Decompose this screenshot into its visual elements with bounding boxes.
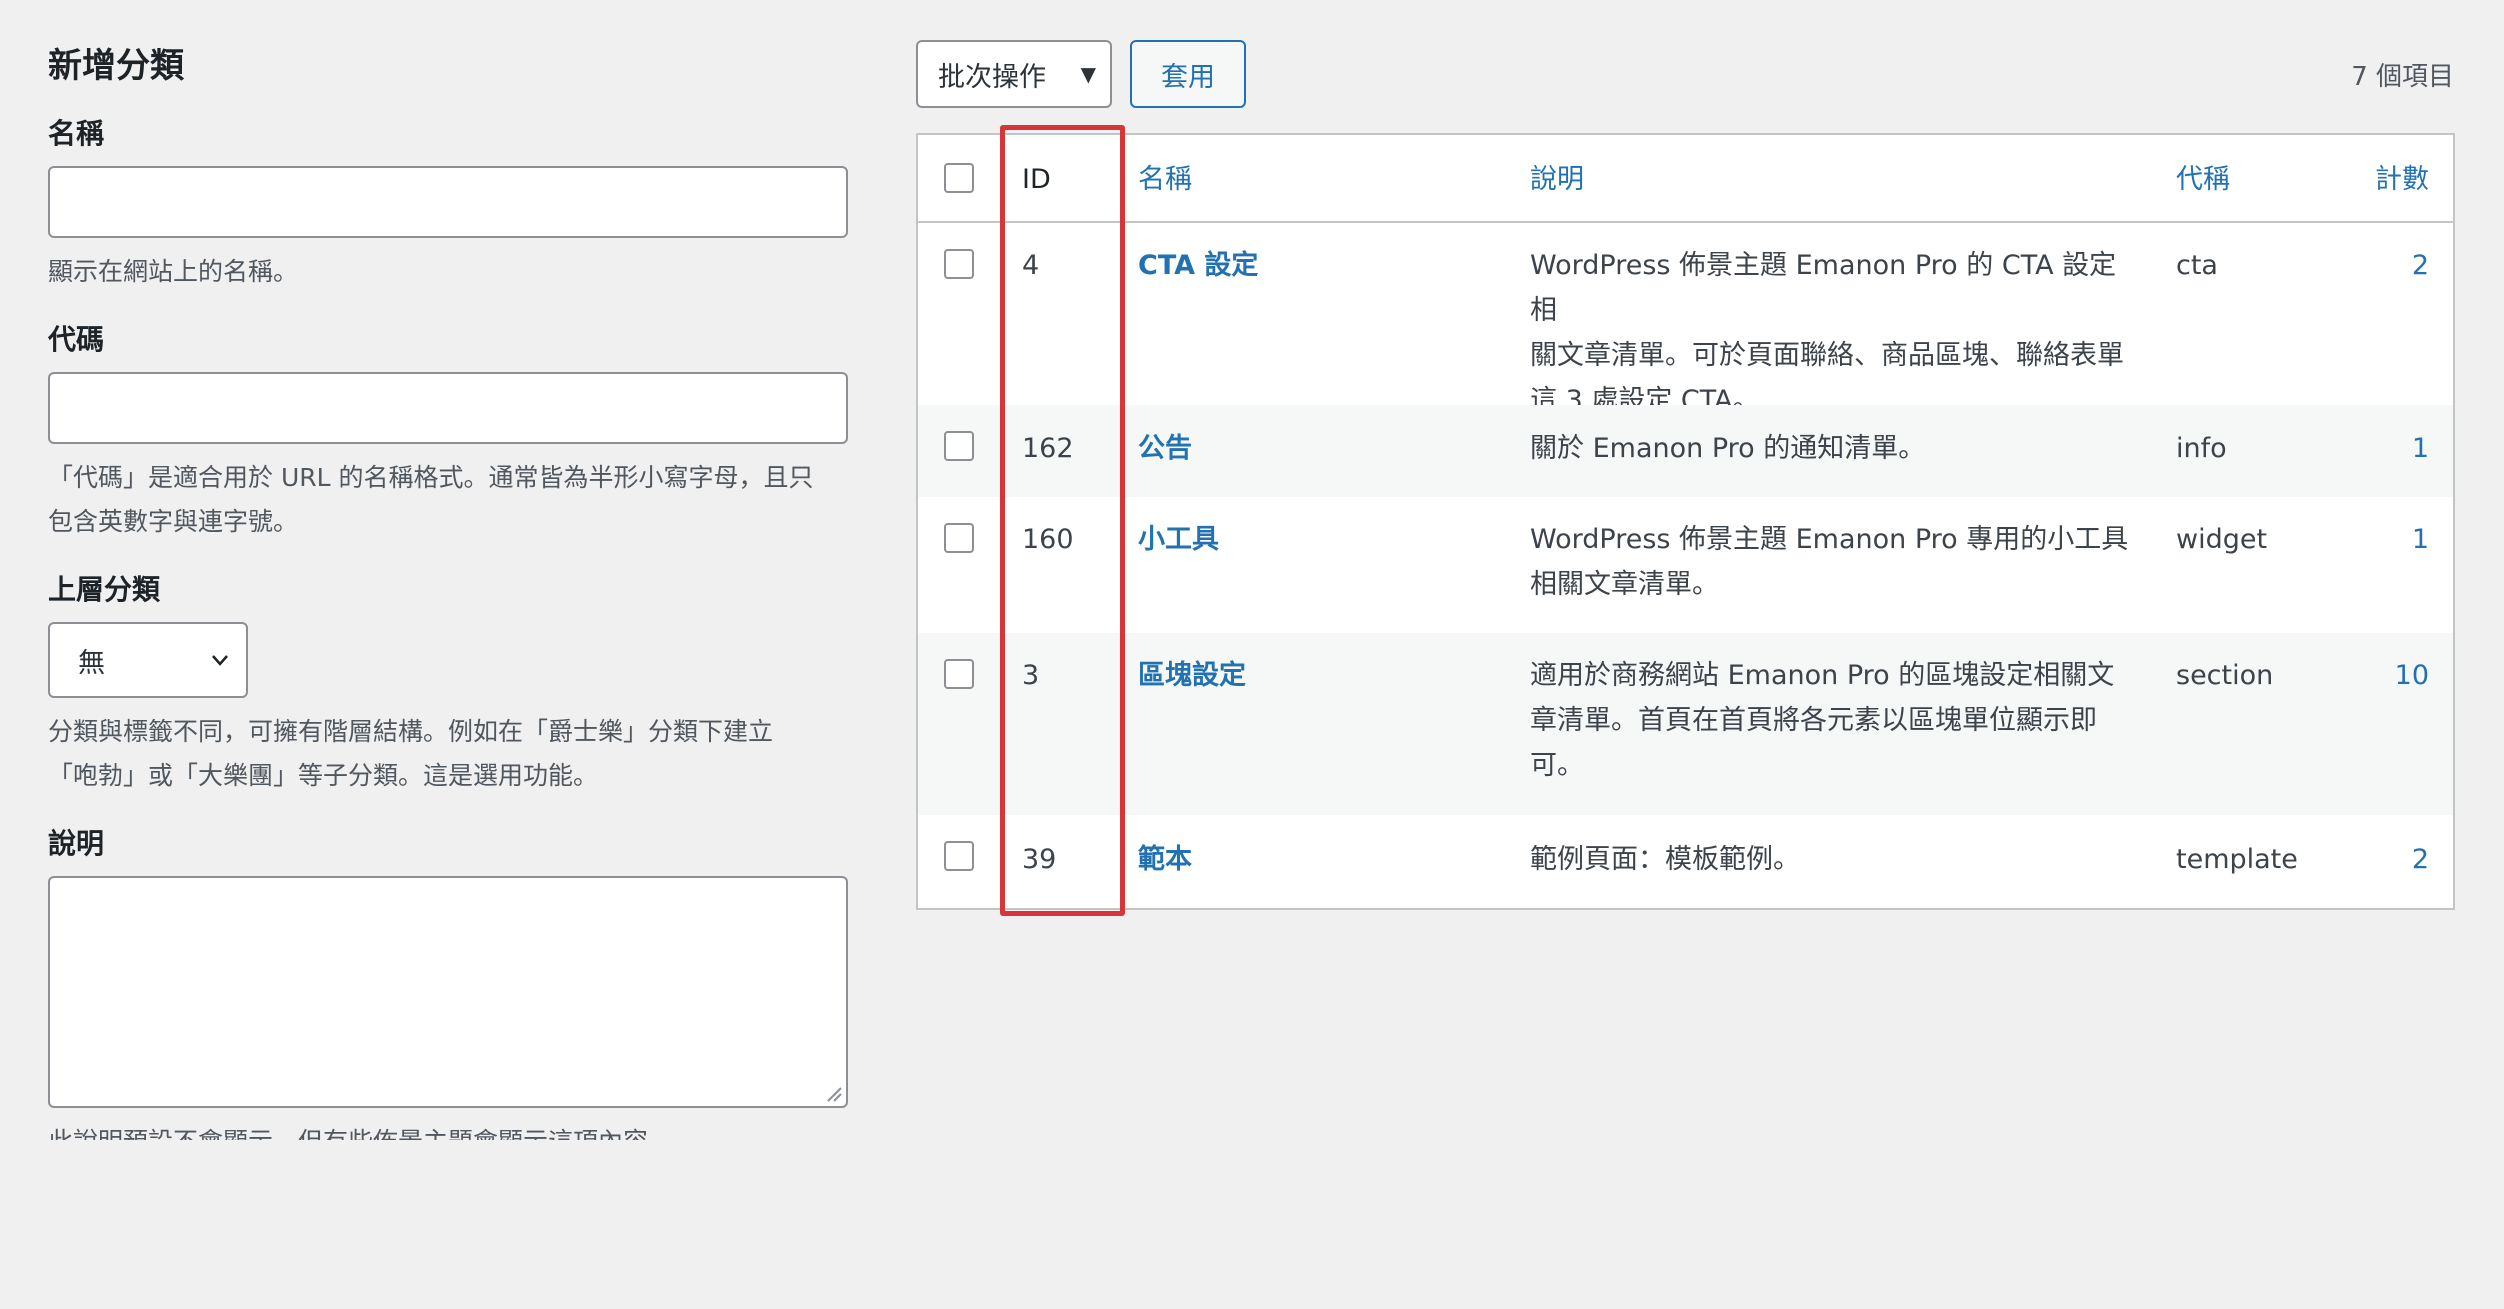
row-description: WordPress 佈景主題 Emanon Pro 專用的小工具 相關文章清單。 [1530,517,2130,607]
name-label: 名稱 [48,117,105,150]
column-header-name[interactable]: 名稱 [1138,157,1192,202]
row-description: 範例頁面：模板範例。 [1530,837,2130,882]
select-all-checkbox[interactable] [944,163,974,193]
row-checkbox[interactable] [944,841,974,871]
row-description-line: 可。 [1530,750,1584,781]
row-checkbox[interactable] [944,659,974,689]
categories-table: ID 名稱 說明 代稱 計數 4 CTA 設定 WordPress 佈景主題 E… [916,133,2455,910]
row-description-line: 關文章清單。可於頁面聯絡、商品區塊、聯絡表單 [1530,340,2124,371]
slug-input[interactable] [48,372,848,444]
row-description-line: WordPress 佈景主題 Emanon Pro 專用的小工具 [1530,524,2129,555]
row-slug: section [2176,660,2274,691]
row-id: 39 [1022,844,1057,875]
name-help: 顯示在網站上的名稱。 [48,257,299,286]
slug-help: 「代碼」是適合用於 URL 的名稱格式。通常皆為半形小寫字母，且只 包含英數字與… [48,456,848,544]
row-id: 160 [1022,524,1074,555]
row-count-link[interactable]: 2 [2412,243,2429,288]
name-input[interactable] [48,166,848,238]
row-slug: cta [2176,250,2218,281]
resize-grip-icon[interactable] [824,1084,842,1102]
slug-help-line-1: 「代碼」是適合用於 URL 的名稱格式。通常皆為半形小寫字母，且只 [48,463,814,492]
row-description: 關於 Emanon Pro 的通知清單。 [1530,426,2130,471]
table-row: 162 公告 關於 Emanon Pro 的通知清單。 info 1 [918,405,2453,497]
parent-help-line-2: 「咆勃」或「大樂團」等子分類。這是選用功能。 [48,761,599,790]
row-description-line: 關於 Emanon Pro 的通知清單。 [1530,433,1926,464]
parent-field-group: 上層分類 無 分類與標籤不同，可擁有階層結構。例如在「爵士樂」分類下建立 「咆勃… [48,570,848,798]
row-checkbox[interactable] [944,523,974,553]
row-id: 4 [1022,250,1040,281]
row-description-line: 相關文章清單。 [1530,569,1719,600]
row-description-line: 範例頁面：模板範例。 [1530,844,1800,875]
row-description: 適用於商務網站 Emanon Pro 的區塊設定相關文 章清單。首頁在首頁將各元… [1530,653,2130,788]
row-checkbox[interactable] [944,431,974,461]
row-count-link[interactable]: 1 [2412,517,2429,562]
row-slug: template [2176,844,2298,875]
description-label: 說明 [48,827,105,860]
table-row: 4 CTA 設定 WordPress 佈景主題 Emanon Pro 的 CTA… [918,223,2453,416]
row-description-line: WordPress 佈景主題 Emanon Pro 的 CTA 設定相 [1530,250,2117,326]
row-count-link[interactable]: 10 [2395,653,2429,698]
column-header-description[interactable]: 說明 [1530,157,1584,202]
row-description: WordPress 佈景主題 Emanon Pro 的 CTA 設定相 關文章清… [1530,243,2130,423]
form-title: 新增分類 [48,46,184,86]
slug-help-line-2: 包含英數字與連字號。 [48,507,299,536]
row-name-link[interactable]: 小工具 [1138,517,1219,562]
row-name-link[interactable]: CTA 設定 [1138,243,1258,288]
description-help: 此說明預設不會顯示，但有些佈景主題會顯示這項內容。 [48,1120,848,1140]
bulk-action-select[interactable]: 批次操作 ▼ [916,40,1112,108]
description-field-group: 說明 此說明預設不會顯示，但有些佈景主題會顯示這項內容。 [48,824,848,1140]
row-count-link[interactable]: 2 [2412,837,2429,882]
row-name-link[interactable]: 範本 [1138,837,1192,882]
row-description-line: 適用於商務網站 Emanon Pro 的區塊設定相關文 [1530,660,2115,691]
row-description-line: 章清單。首頁在首頁將各元素以區塊單位顯示即 [1530,705,2097,736]
parent-help-line-1: 分類與標籤不同，可擁有階層結構。例如在「爵士樂」分類下建立 [48,717,774,746]
bulk-action-label: 批次操作 [938,61,1046,93]
slug-label: 代碼 [48,323,105,356]
item-count: 7 個項目 [2351,62,2454,92]
table-row: 3 區塊設定 適用於商務網站 Emanon Pro 的區塊設定相關文 章清單。首… [918,633,2453,815]
row-count-link[interactable]: 1 [2412,426,2429,471]
parent-selected-value: 無 [78,647,105,679]
triangle-down-icon: ▼ [1080,62,1096,86]
parent-label: 上層分類 [48,573,161,606]
row-name-link[interactable]: 區塊設定 [1138,653,1246,698]
row-id: 3 [1022,660,1040,691]
slug-field-group: 代碼 「代碼」是適合用於 URL 的名稱格式。通常皆為半形小寫字母，且只 包含英… [48,320,848,544]
table-header: ID 名稱 說明 代稱 計數 [918,135,2453,223]
row-id: 162 [1022,433,1074,464]
chevron-down-icon [212,655,228,666]
table-row: 39 範本 範例頁面：模板範例。 template 2 [918,815,2453,908]
parent-help: 分類與標籤不同，可擁有階層結構。例如在「爵士樂」分類下建立 「咆勃」或「大樂團」… [48,710,848,798]
name-field-group: 名稱 顯示在網站上的名稱。 [48,114,848,294]
description-textarea[interactable] [48,876,848,1108]
column-header-slug[interactable]: 代稱 [2176,157,2230,202]
table-row: 160 小工具 WordPress 佈景主題 Emanon Pro 專用的小工具… [918,497,2453,633]
add-category-form: 新增分類 名稱 顯示在網站上的名稱。 代碼 「代碼」是適合用於 URL 的名稱格… [48,40,848,1140]
row-checkbox[interactable] [944,249,974,279]
row-slug: widget [2176,524,2268,555]
row-slug: info [2176,433,2227,464]
column-header-count[interactable]: 計數 [2375,157,2429,202]
row-name-link[interactable]: 公告 [1138,426,1192,471]
column-header-id: ID [1022,164,1051,195]
parent-select[interactable]: 無 [48,622,248,698]
apply-button[interactable]: 套用 [1130,40,1246,108]
